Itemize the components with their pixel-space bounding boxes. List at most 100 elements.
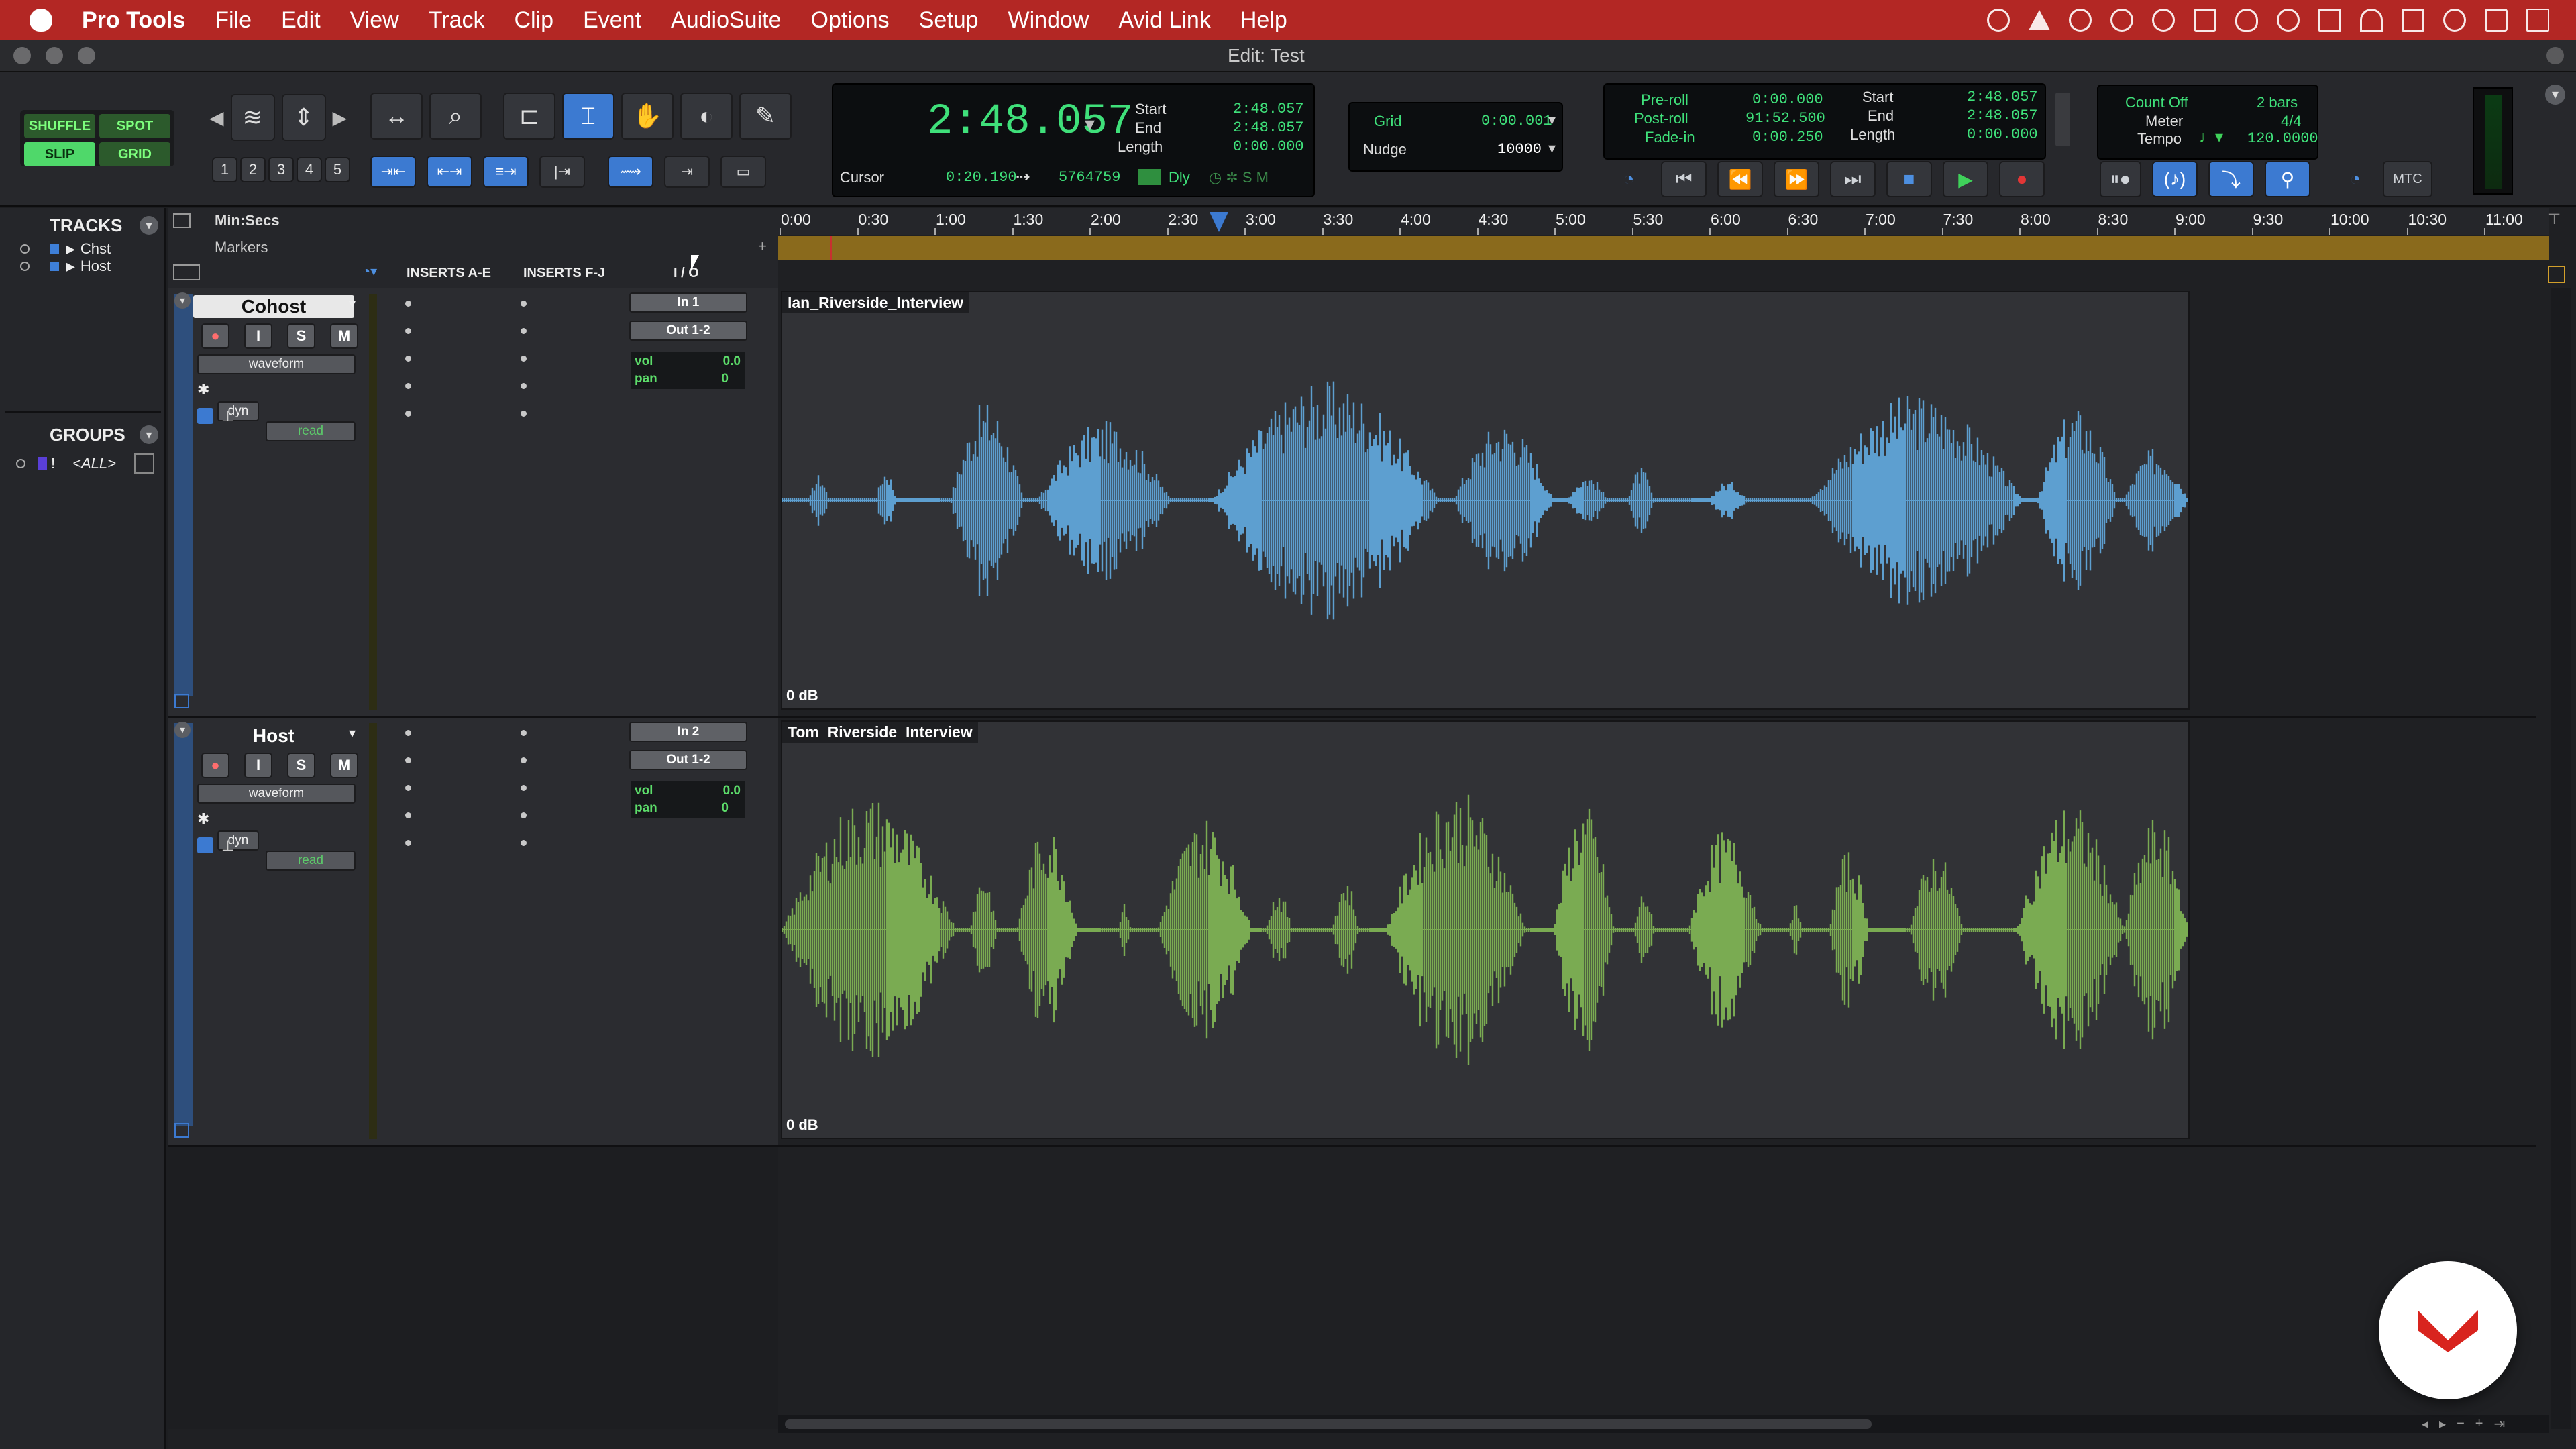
insert-slot[interactable] — [521, 411, 527, 417]
output-selector[interactable]: Out 1-2 — [629, 750, 747, 770]
playhead-marker-icon[interactable] — [1210, 212, 1228, 232]
scroll-left-icon[interactable]: ◂ — [2422, 1415, 2428, 1432]
ruler-menu-icon[interactable] — [173, 213, 191, 228]
insert-slot[interactable] — [521, 757, 527, 763]
transport-expand-handle[interactable] — [2055, 93, 2070, 146]
track-options-icon[interactable]: ▾ — [174, 722, 191, 738]
wifi-icon[interactable] — [2360, 9, 2383, 32]
spot-mode-button[interactable]: SPOT — [99, 114, 170, 138]
count-off-value[interactable]: 2 bars — [2257, 94, 2298, 111]
postroll-value[interactable]: 91:52.500 — [1746, 110, 1825, 127]
clip-gain[interactable]: 0 dB — [786, 687, 818, 704]
elastic-audio-icon[interactable] — [197, 837, 213, 853]
insert-slot[interactable] — [405, 383, 411, 389]
menu-event[interactable]: Event — [583, 7, 641, 34]
zoom-preset-2[interactable]: 2 — [240, 157, 266, 182]
insert-slot[interactable] — [405, 785, 411, 791]
vol-value[interactable]: 0.0 — [723, 354, 741, 369]
conductor-button[interactable]: ⚲ — [2265, 161, 2310, 197]
track-name[interactable]: Cohost — [193, 295, 354, 318]
window-options-icon[interactable] — [2546, 47, 2564, 64]
midi-zoom-icon[interactable]: ⇕ — [281, 94, 326, 141]
zoom-out-arrow-icon[interactable]: ◀ — [209, 107, 224, 129]
automation-snowflake-icon[interactable]: ✱ — [197, 810, 209, 828]
horizontal-scroll-thumb[interactable] — [785, 1419, 1872, 1429]
grid-value[interactable]: 0:00.001 — [1481, 113, 1552, 129]
online-icon[interactable]: ◔ — [1607, 162, 1650, 196]
fadein-value[interactable]: 0:00.250 — [1752, 129, 1823, 146]
zoom-preset-5[interactable]: 5 — [325, 157, 350, 182]
tempo-value[interactable]: 120.0000 — [2247, 130, 2318, 147]
group-list-item[interactable]: ! <ALL> — [0, 453, 164, 474]
app-menu[interactable]: Pro Tools — [82, 7, 185, 34]
track-view-selector[interactable]: waveform — [197, 354, 356, 374]
search-icon[interactable] — [2443, 9, 2466, 32]
elastic-audio-icon[interactable] — [197, 408, 213, 424]
groups-menu-icon[interactable]: ▾ — [140, 425, 158, 444]
trim-tool-icon[interactable]: ⊏ — [503, 93, 555, 140]
sel-end-value[interactable]: 2:48.057 — [1233, 119, 1304, 136]
mute-button[interactable]: M — [330, 753, 358, 778]
preroll-label[interactable]: Pre-roll — [1641, 91, 1688, 109]
notification-icon[interactable] — [2526, 9, 2549, 32]
tracks-menu-icon[interactable]: ▾ — [140, 216, 158, 235]
grid-label[interactable]: Grid — [1374, 113, 1402, 130]
zoom-in-arrow-icon[interactable]: ▶ — [333, 107, 347, 129]
menu-help[interactable]: Help — [1240, 7, 1287, 34]
input-selector[interactable]: In 1 — [629, 292, 747, 313]
insert-slot[interactable] — [521, 328, 527, 334]
play-length-value[interactable]: 0:00.000 — [1967, 126, 2038, 143]
zoom-out-icon[interactable]: − — [2457, 1416, 2465, 1432]
slip-mode-button[interactable]: SLIP — [24, 142, 95, 166]
minimize-window-button[interactable] — [46, 47, 63, 64]
creative-cloud-icon[interactable] — [2110, 9, 2133, 32]
flame-icon[interactable] — [2235, 9, 2258, 32]
group-active-icon[interactable] — [16, 459, 25, 468]
menu-audiosuite[interactable]: AudioSuite — [671, 7, 781, 34]
nudge-label[interactable]: Nudge — [1363, 141, 1407, 158]
floating-logo-button[interactable] — [2379, 1261, 2517, 1399]
scrubber-tool-icon[interactable]: ◐ — [680, 93, 733, 140]
metronome-button[interactable]: (♪) — [2152, 161, 2198, 197]
insertion-follows-icon[interactable]: ⇥ — [664, 156, 710, 188]
grabber-tool-icon[interactable]: ✋ — [621, 93, 674, 140]
playlist-icon[interactable]: ⊥ — [221, 837, 234, 855]
record-button[interactable]: ● — [1999, 161, 2045, 197]
add-marker-icon[interactable]: + — [758, 237, 767, 255]
insert-slot[interactable] — [521, 730, 527, 736]
link-track-icon[interactable]: ⟿ — [608, 156, 653, 188]
menu-edit[interactable]: Edit — [281, 7, 321, 34]
insert-slot[interactable] — [405, 812, 411, 818]
sel-start-value[interactable]: 2:48.057 — [1233, 101, 1304, 117]
insert-slot[interactable] — [405, 730, 411, 736]
clip-gain[interactable]: 0 dB — [786, 1116, 818, 1134]
track-playlist-host[interactable]: Tom_Riverside_Interview 0 dB — [778, 718, 2536, 1147]
control-center-icon[interactable] — [2485, 9, 2508, 32]
audio-clip[interactable]: Ian_Riverside_Interview 0 dB — [781, 291, 2190, 710]
track-color-strip[interactable] — [174, 723, 193, 1126]
automation-mode-selector[interactable]: read — [266, 421, 356, 441]
track-playlist-cohost[interactable]: Ian_Riverside_Interview 0 dB — [778, 288, 2536, 718]
zoom-toggle-icon[interactable]: ⇥⇤ — [370, 156, 416, 188]
rewind-button[interactable]: ⏪ — [1717, 161, 1763, 197]
track-height-icon[interactable] — [174, 1123, 189, 1138]
scroll-right-icon[interactable]: ▸ — [2439, 1415, 2446, 1432]
track-color-strip[interactable] — [174, 294, 193, 696]
zoom-preset-4[interactable]: 4 — [297, 157, 322, 182]
track-options-icon[interactable]: ▾ — [174, 292, 191, 309]
solo-button[interactable]: S — [287, 753, 315, 778]
ruler-scroll-icon[interactable]: ⊤ — [2548, 211, 2561, 228]
tempo-label[interactable]: Tempo — [2137, 130, 2182, 148]
markers-ruler[interactable] — [778, 236, 2549, 260]
solo-button[interactable]: S — [287, 323, 315, 349]
nudge-value[interactable]: 10000 — [1497, 141, 1542, 158]
track-name[interactable]: Host — [193, 724, 354, 747]
pan-value[interactable]: 0 — [721, 372, 729, 386]
record-enable-button[interactable]: ● — [201, 323, 229, 349]
insert-slot[interactable] — [405, 411, 411, 417]
pane-divider[interactable] — [5, 411, 161, 413]
insert-slot[interactable] — [521, 301, 527, 307]
insert-slot[interactable] — [405, 356, 411, 362]
pencil-tool-icon[interactable]: ✎ — [739, 93, 792, 140]
dly-label[interactable]: Dly — [1169, 169, 1190, 186]
